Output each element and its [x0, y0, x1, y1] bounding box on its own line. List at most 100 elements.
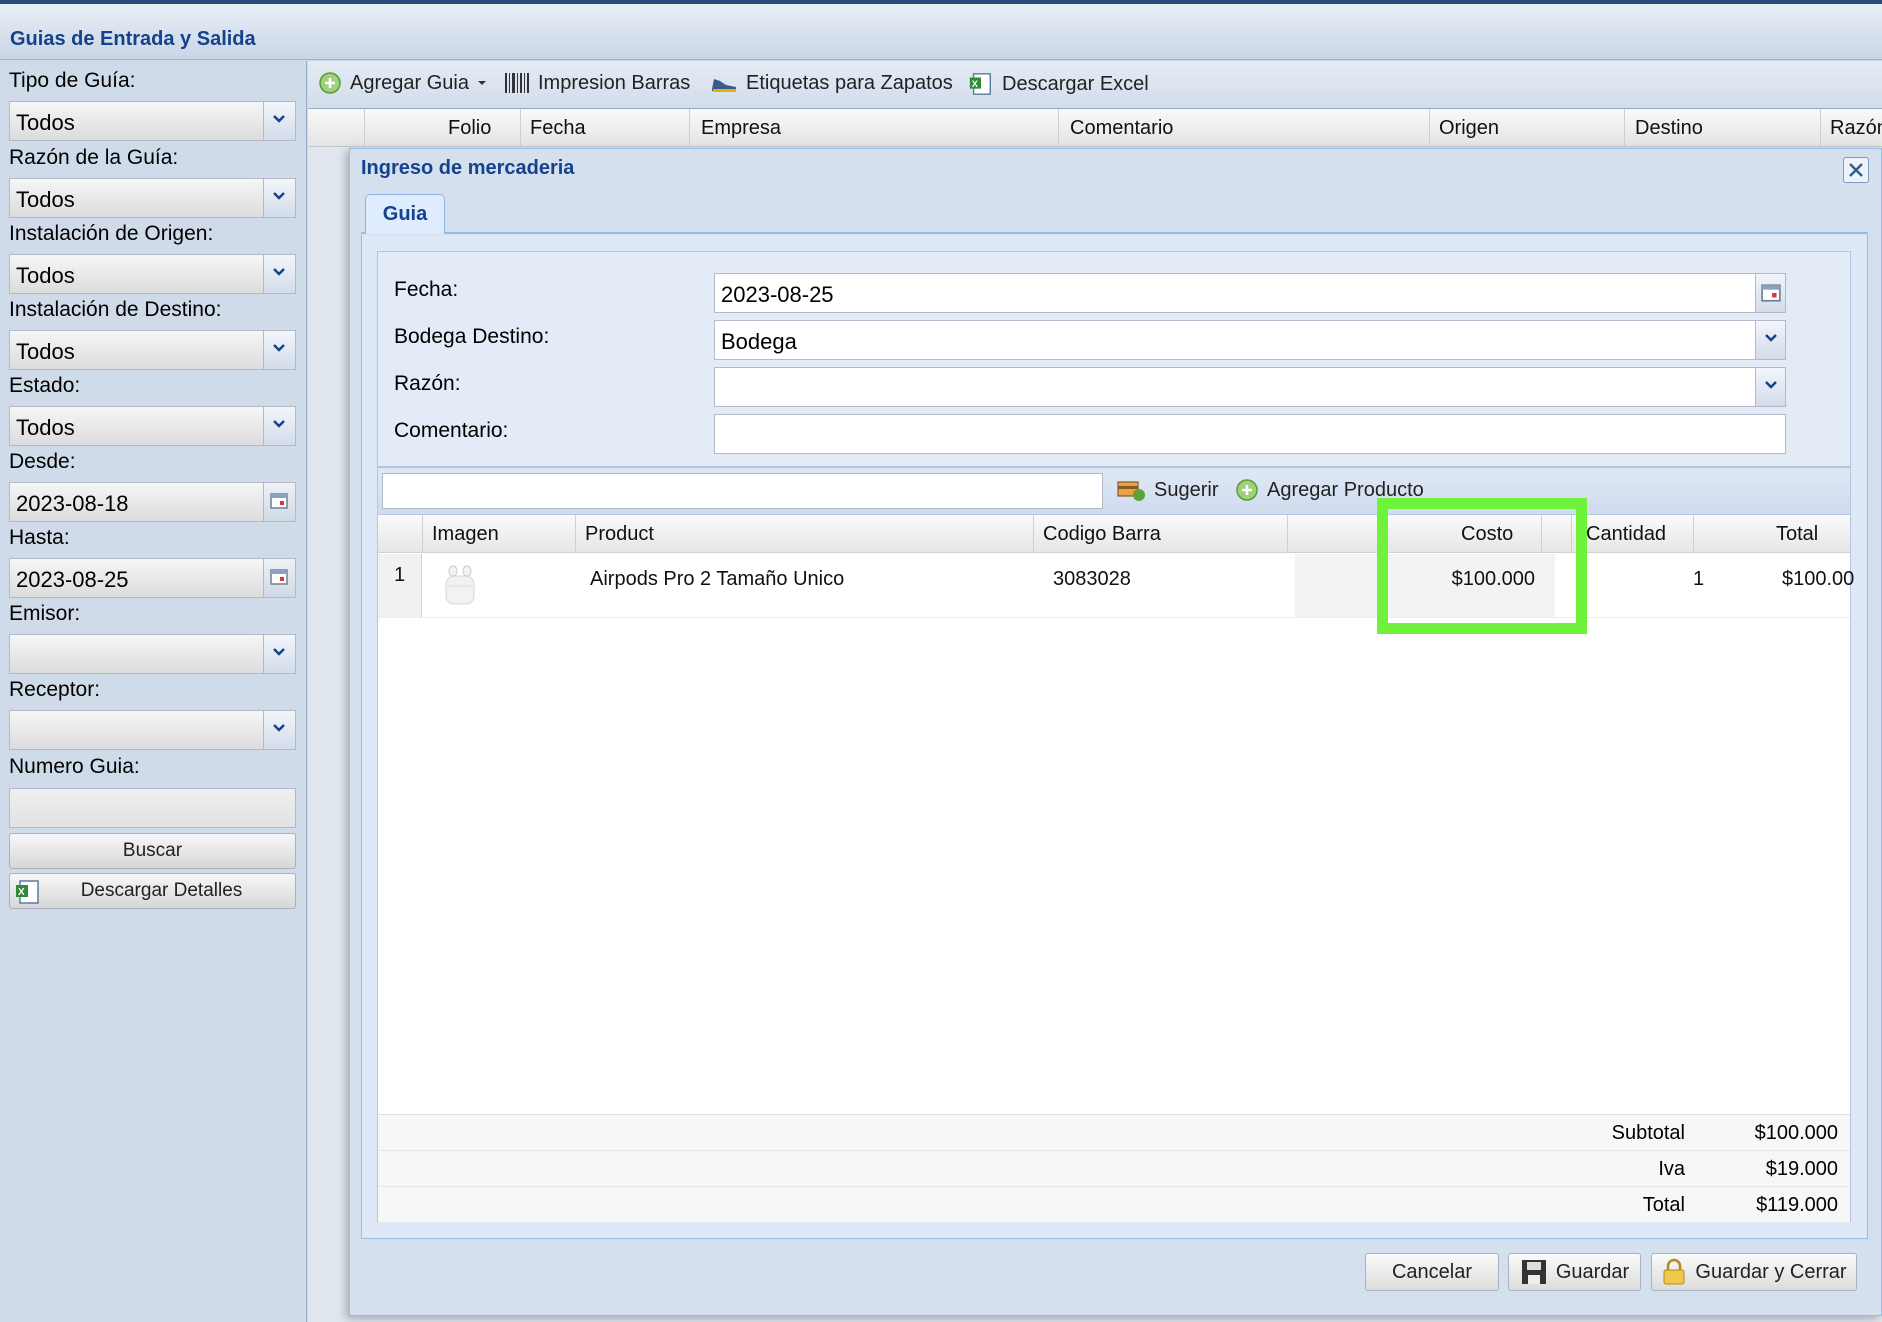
guias-grid-header: Folio Fecha Empresa Comentario Origen De… — [308, 109, 1882, 147]
col-folio[interactable]: Folio — [448, 117, 491, 140]
tipo-combo[interactable]: Todos — [9, 101, 296, 141]
razon-label: Razón de la Guía: — [9, 146, 179, 169]
estado-value: Todos — [16, 415, 75, 440]
guardar-label: Guardar — [1555, 1260, 1630, 1283]
hasta-date-field[interactable]: 2023-08-25 — [9, 558, 296, 598]
barcode-icon — [505, 73, 529, 93]
lock-icon — [1663, 1258, 1685, 1285]
chevron-down-icon[interactable] — [263, 102, 295, 140]
col-fecha[interactable]: Fecha — [530, 117, 586, 140]
buscar-label: Buscar — [122, 840, 183, 861]
chevron-down-icon[interactable] — [263, 635, 295, 673]
iva-value: $19.000 — [1765, 1158, 1838, 1180]
svg-text:X: X — [972, 79, 979, 89]
products-grid: Sugerir Agregar Producto Imagen Product … — [377, 467, 1854, 1222]
col-imagen[interactable]: Imagen — [432, 523, 499, 546]
bodega-label: Bodega Destino: — [394, 325, 550, 348]
bodega-destino-combo[interactable]: Bodega — [714, 320, 1786, 360]
add-icon — [1236, 479, 1258, 501]
col-codigo-barra[interactable]: Codigo Barra — [1043, 523, 1161, 546]
sugerir-label: Sugerir — [1154, 478, 1219, 501]
numero-label: Numero Guia: — [9, 755, 140, 778]
calendar-icon[interactable] — [1755, 274, 1785, 312]
etiquetas-label: Etiquetas para Zapatos — [746, 71, 953, 94]
descargar-detalles-button[interactable]: X Descargar Detalles — [9, 873, 296, 909]
fecha-value: 2023-08-25 — [721, 282, 834, 307]
agregar-guia-button[interactable]: Agregar Guia — [318, 71, 487, 95]
numero-guia-input[interactable] — [9, 788, 296, 828]
totals-summary: Subtotal $100.000 Iva $19.000 Total $119… — [378, 1114, 1850, 1222]
col-comentario[interactable]: Comentario — [1070, 117, 1173, 140]
descargar-excel-label: Descargar Excel — [1002, 72, 1149, 95]
guardar-button[interactable]: Guardar — [1508, 1253, 1641, 1291]
desde-label: Desde: — [9, 450, 76, 473]
origen-value: Todos — [16, 263, 75, 288]
comentario-field[interactable] — [714, 414, 1786, 454]
destino-combo[interactable]: Todos — [9, 330, 296, 370]
razon-combo[interactable]: Todos — [9, 178, 296, 218]
filter-sidebar: Tipo de Guía: Todos Razón de la Guía: To… — [0, 61, 307, 1322]
col-origen[interactable]: Origen — [1439, 117, 1499, 140]
col-product[interactable]: Product — [585, 523, 654, 546]
agregar-guia-label: Agregar Guia — [350, 71, 469, 94]
fecha-field[interactable]: 2023-08-25 — [714, 273, 1786, 313]
destino-label: Instalación de Destino: — [9, 298, 222, 321]
guardar-cerrar-button[interactable]: Guardar y Cerrar — [1651, 1253, 1857, 1291]
chevron-down-icon[interactable] — [263, 179, 295, 217]
tipo-label: Tipo de Guía: — [9, 69, 136, 92]
sugerir-button[interactable]: Sugerir — [1116, 478, 1218, 502]
chevron-down-icon[interactable] — [263, 331, 295, 369]
add-icon — [319, 72, 341, 94]
close-icon[interactable] — [1843, 157, 1869, 183]
desde-date-field[interactable]: 2023-08-18 — [9, 482, 296, 522]
guia-form: Fecha: 2023-08-25 Bodega Destino: Bodega… — [377, 251, 1851, 467]
descargar-excel-button[interactable]: X Descargar Excel — [968, 71, 1149, 97]
chevron-down-icon[interactable] — [263, 711, 295, 749]
descargar-detalles-label: Descargar Detalles — [80, 880, 243, 901]
main-toolbar: Agregar Guia Impresion Barras Etiquetas … — [308, 61, 1882, 109]
product-thumbnail-icon — [445, 565, 475, 605]
shoe-icon — [712, 79, 736, 92]
emisor-combo[interactable] — [9, 634, 296, 674]
razon-combo[interactable] — [714, 367, 1786, 407]
calendar-icon[interactable] — [263, 559, 295, 597]
save-icon — [1521, 1260, 1546, 1284]
row-number-cell: 1 — [378, 554, 422, 617]
guardar-cerrar-label: Guardar y Cerrar — [1695, 1260, 1847, 1283]
impresion-barras-button[interactable]: Impresion Barras — [504, 71, 690, 95]
origen-combo[interactable]: Todos — [9, 254, 296, 294]
suggest-icon — [1117, 481, 1145, 501]
window-title: Ingreso de mercaderia — [361, 157, 575, 179]
chevron-down-icon[interactable] — [263, 255, 295, 293]
col-cantidad[interactable]: Cantidad — [1586, 523, 1666, 546]
etiquetas-zapatos-button[interactable]: Etiquetas para Zapatos — [710, 71, 953, 95]
desde-value: 2023-08-18 — [16, 491, 129, 516]
cantidad-value[interactable]: 1 — [1693, 568, 1713, 591]
bodega-value: Bodega — [721, 329, 797, 354]
tab-strip: Guia — [361, 192, 1868, 234]
panel-title: Guias de Entrada y Salida — [10, 28, 256, 50]
receptor-combo[interactable] — [9, 710, 296, 750]
col-razon[interactable]: Razón — [1830, 117, 1882, 140]
chevron-down-icon[interactable] — [1755, 368, 1785, 406]
table-row[interactable]: 1 Airpods Pro 2 Tamaño Unico 3083028 $10… — [378, 554, 1854, 618]
col-destino[interactable]: Destino — [1635, 117, 1703, 140]
estado-combo[interactable]: Todos — [9, 406, 296, 446]
subtotal-label: Subtotal — [1611, 1122, 1685, 1144]
tab-guia[interactable]: Guia — [365, 194, 445, 234]
chevron-down-icon[interactable] — [1755, 321, 1785, 359]
buscar-button[interactable]: Buscar — [9, 833, 296, 869]
ingreso-mercaderia-window: Ingreso de mercaderia Guia Fecha: 2023-0… — [349, 148, 1882, 1316]
chevron-down-icon[interactable] — [263, 407, 295, 445]
col-empresa[interactable]: Empresa — [701, 117, 781, 140]
cancelar-label: Cancelar — [1391, 1260, 1473, 1283]
product-search-input[interactable] — [382, 473, 1103, 509]
cancelar-button[interactable]: Cancelar — [1365, 1253, 1499, 1291]
hasta-label: Hasta: — [9, 526, 70, 549]
col-total[interactable]: Total — [1776, 523, 1818, 546]
total-amount: $119.000 — [1756, 1194, 1838, 1216]
excel-icon: X — [16, 880, 39, 904]
codigo-barra-value: 3083028 — [1053, 568, 1131, 590]
calendar-icon[interactable] — [263, 483, 295, 521]
razon-value: Todos — [16, 187, 75, 212]
